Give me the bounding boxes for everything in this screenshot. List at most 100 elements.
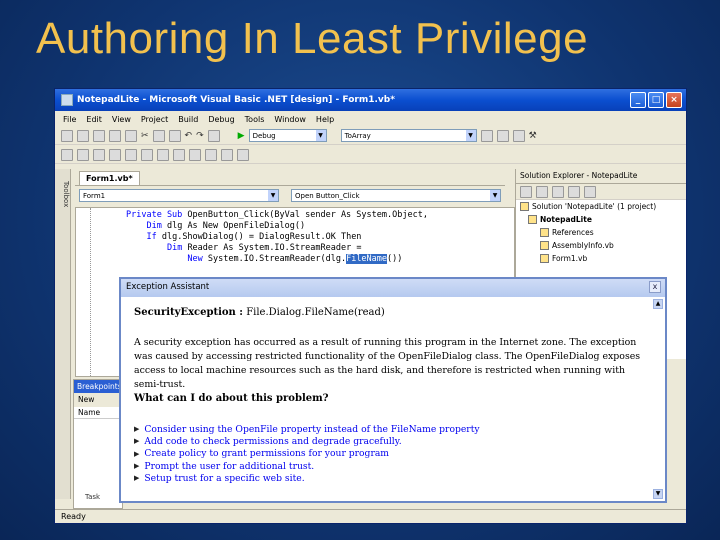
clear-bookmarks-icon[interactable] xyxy=(237,148,249,161)
chevron-down-icon: ▼ xyxy=(465,130,476,141)
menu-view[interactable]: View xyxy=(112,115,131,124)
window-title: NotepadLite - Microsoft Visual Basic .NE… xyxy=(77,95,395,105)
paste-icon[interactable] xyxy=(168,129,181,142)
exception-description: A security exception has occurred as a r… xyxy=(134,337,641,390)
list-item[interactable]: ▶ Create policy to grant permissions for … xyxy=(134,448,480,460)
form-file-icon xyxy=(540,254,549,263)
breakpoints-title: Breakpoints xyxy=(74,380,122,393)
scroll-down-icon[interactable]: ▼ xyxy=(653,489,663,499)
uncomment-icon[interactable] xyxy=(173,148,185,161)
properties-icon[interactable] xyxy=(584,186,596,198)
document-tabs: Form1.vb* xyxy=(75,169,505,186)
maximize-button[interactable]: □ xyxy=(648,92,664,108)
code-line: Dim dlg As New OpenFileDialog() xyxy=(146,221,306,231)
standard-toolbar: ✂ ↶ ↷ ▶ Debug ▼ ToArray ▼ ⚒ xyxy=(55,127,686,145)
action-list: ▶ Consider using the OpenFile property in… xyxy=(134,423,480,484)
tree-item-project[interactable]: NotepadLite xyxy=(516,213,686,226)
next-bookmark-icon[interactable] xyxy=(205,148,217,161)
cut-icon[interactable]: ✂ xyxy=(141,131,149,141)
new-project-icon[interactable] xyxy=(61,129,73,142)
tab-task-list[interactable]: Task xyxy=(85,493,100,501)
exception-heading: SecurityException : File.Dialog.FileName… xyxy=(134,307,385,318)
method-combo[interactable]: Open Button_Click ▼ xyxy=(291,189,501,202)
close-icon[interactable]: x xyxy=(649,281,661,293)
bookmark-icon[interactable] xyxy=(189,148,201,161)
nav-back-icon[interactable] xyxy=(207,129,220,142)
show-all-files-icon[interactable] xyxy=(568,186,580,198)
comment-icon[interactable] xyxy=(157,148,169,161)
menu-build[interactable]: Build xyxy=(178,115,198,124)
menu-help[interactable]: Help xyxy=(316,115,334,124)
bullet-arrow-icon: ▶ xyxy=(134,437,140,446)
menu-debug[interactable]: Debug xyxy=(208,115,234,124)
save-icon[interactable] xyxy=(109,129,121,142)
code-line: New System.IO.StreamReader(dlg.FileName(… xyxy=(187,254,403,264)
complete-word-icon[interactable] xyxy=(109,148,121,161)
open-icon[interactable] xyxy=(93,129,105,142)
find-combo[interactable]: ToArray ▼ xyxy=(340,129,477,142)
code-line: Private Sub OpenButton_Click(ByVal sende… xyxy=(126,210,428,220)
tree-item-references[interactable]: References xyxy=(516,226,686,239)
project-icon xyxy=(528,215,537,224)
code-nav-bar: Form1 ▼ Open Button_Click ▼ xyxy=(75,189,505,206)
exception-assistant-dialog: Exception Assistant x SecurityException … xyxy=(119,277,667,503)
solution-explorer-toolbar xyxy=(516,184,686,200)
status-bar: Ready xyxy=(55,509,686,523)
toolbox-icon[interactable]: ⚒ xyxy=(529,131,537,141)
start-debug-icon[interactable]: ▶ xyxy=(238,131,245,141)
properties-icon[interactable] xyxy=(512,129,525,142)
bullet-arrow-icon: ▶ xyxy=(134,449,140,458)
solution-config-combo[interactable]: Debug ▼ xyxy=(248,129,327,142)
save-all-icon[interactable] xyxy=(125,129,137,142)
menu-tools[interactable]: Tools xyxy=(245,115,265,124)
tab-form1-vb[interactable]: Form1.vb* xyxy=(79,171,140,185)
indent-icon[interactable] xyxy=(125,148,137,161)
breakpoints-window: Breakpoints New Name xyxy=(73,379,123,509)
object-browser-icon[interactable] xyxy=(61,148,73,161)
tree-item-solution[interactable]: Solution 'NotepadLite' (1 project) xyxy=(516,200,686,213)
toolbox-tab[interactable]: Toolbox xyxy=(55,169,71,499)
app-icon xyxy=(61,94,73,106)
refresh-icon[interactable] xyxy=(552,186,564,198)
chevron-down-icon: ▼ xyxy=(490,190,500,201)
tree-item-form1[interactable]: Form1.vb xyxy=(516,252,686,265)
window-titlebar[interactable]: NotepadLite - Microsoft Visual Basic .NE… xyxy=(55,89,686,111)
new-breakpoint-button[interactable]: New xyxy=(74,393,122,407)
selected-text: FileName xyxy=(346,254,388,264)
menu-file[interactable]: File xyxy=(63,115,76,124)
scroll-up-icon[interactable]: ▲ xyxy=(653,299,663,309)
menu-edit[interactable]: Edit xyxy=(86,115,102,124)
minimize-button[interactable]: _ xyxy=(630,92,646,108)
quick-info-icon[interactable] xyxy=(93,148,105,161)
menu-bar: File Edit View Project Build Debug Tools… xyxy=(55,111,686,127)
find-icon[interactable] xyxy=(480,129,493,142)
list-item[interactable]: ▶ Prompt the user for additional trust. xyxy=(134,460,480,472)
code-line: Dim Reader As System.IO.StreamReader = xyxy=(166,243,362,253)
menu-project[interactable]: Project xyxy=(141,115,168,124)
list-item[interactable]: ▶ Consider using the OpenFile property in… xyxy=(134,423,480,435)
class-combo[interactable]: Form1 ▼ xyxy=(79,189,279,202)
exception-titlebar[interactable]: Exception Assistant x xyxy=(121,279,665,297)
outdent-icon[interactable] xyxy=(141,148,153,161)
view-designer-icon[interactable] xyxy=(536,186,548,198)
tree-item-assemblyinfo[interactable]: AssemblyInfo.vb xyxy=(516,239,686,252)
redo-icon[interactable]: ↷ xyxy=(196,131,204,141)
close-button[interactable]: × xyxy=(666,92,682,108)
vb-file-icon xyxy=(540,241,549,250)
list-item[interactable]: ▶ Add code to check permissions and degra… xyxy=(134,435,480,447)
dialog-scrollbar[interactable]: ▲ ▼ xyxy=(653,299,663,499)
add-item-icon[interactable] xyxy=(77,129,89,142)
bullet-arrow-icon: ▶ xyxy=(134,425,140,434)
chevron-down-icon: ▼ xyxy=(268,190,278,201)
menu-window[interactable]: Window xyxy=(274,115,306,124)
view-code-icon[interactable] xyxy=(520,186,532,198)
outline-gutter xyxy=(90,208,91,376)
list-item[interactable]: ▶ Setup trust for a specific web site. xyxy=(134,472,480,484)
bullet-arrow-icon: ▶ xyxy=(134,462,140,471)
prev-bookmark-icon[interactable] xyxy=(221,148,233,161)
undo-icon[interactable]: ↶ xyxy=(185,131,193,141)
solution-explorer-icon[interactable] xyxy=(496,129,509,142)
copy-icon[interactable] xyxy=(152,129,165,142)
parameter-info-icon[interactable] xyxy=(77,148,89,161)
column-header-name[interactable]: Name xyxy=(74,407,122,419)
